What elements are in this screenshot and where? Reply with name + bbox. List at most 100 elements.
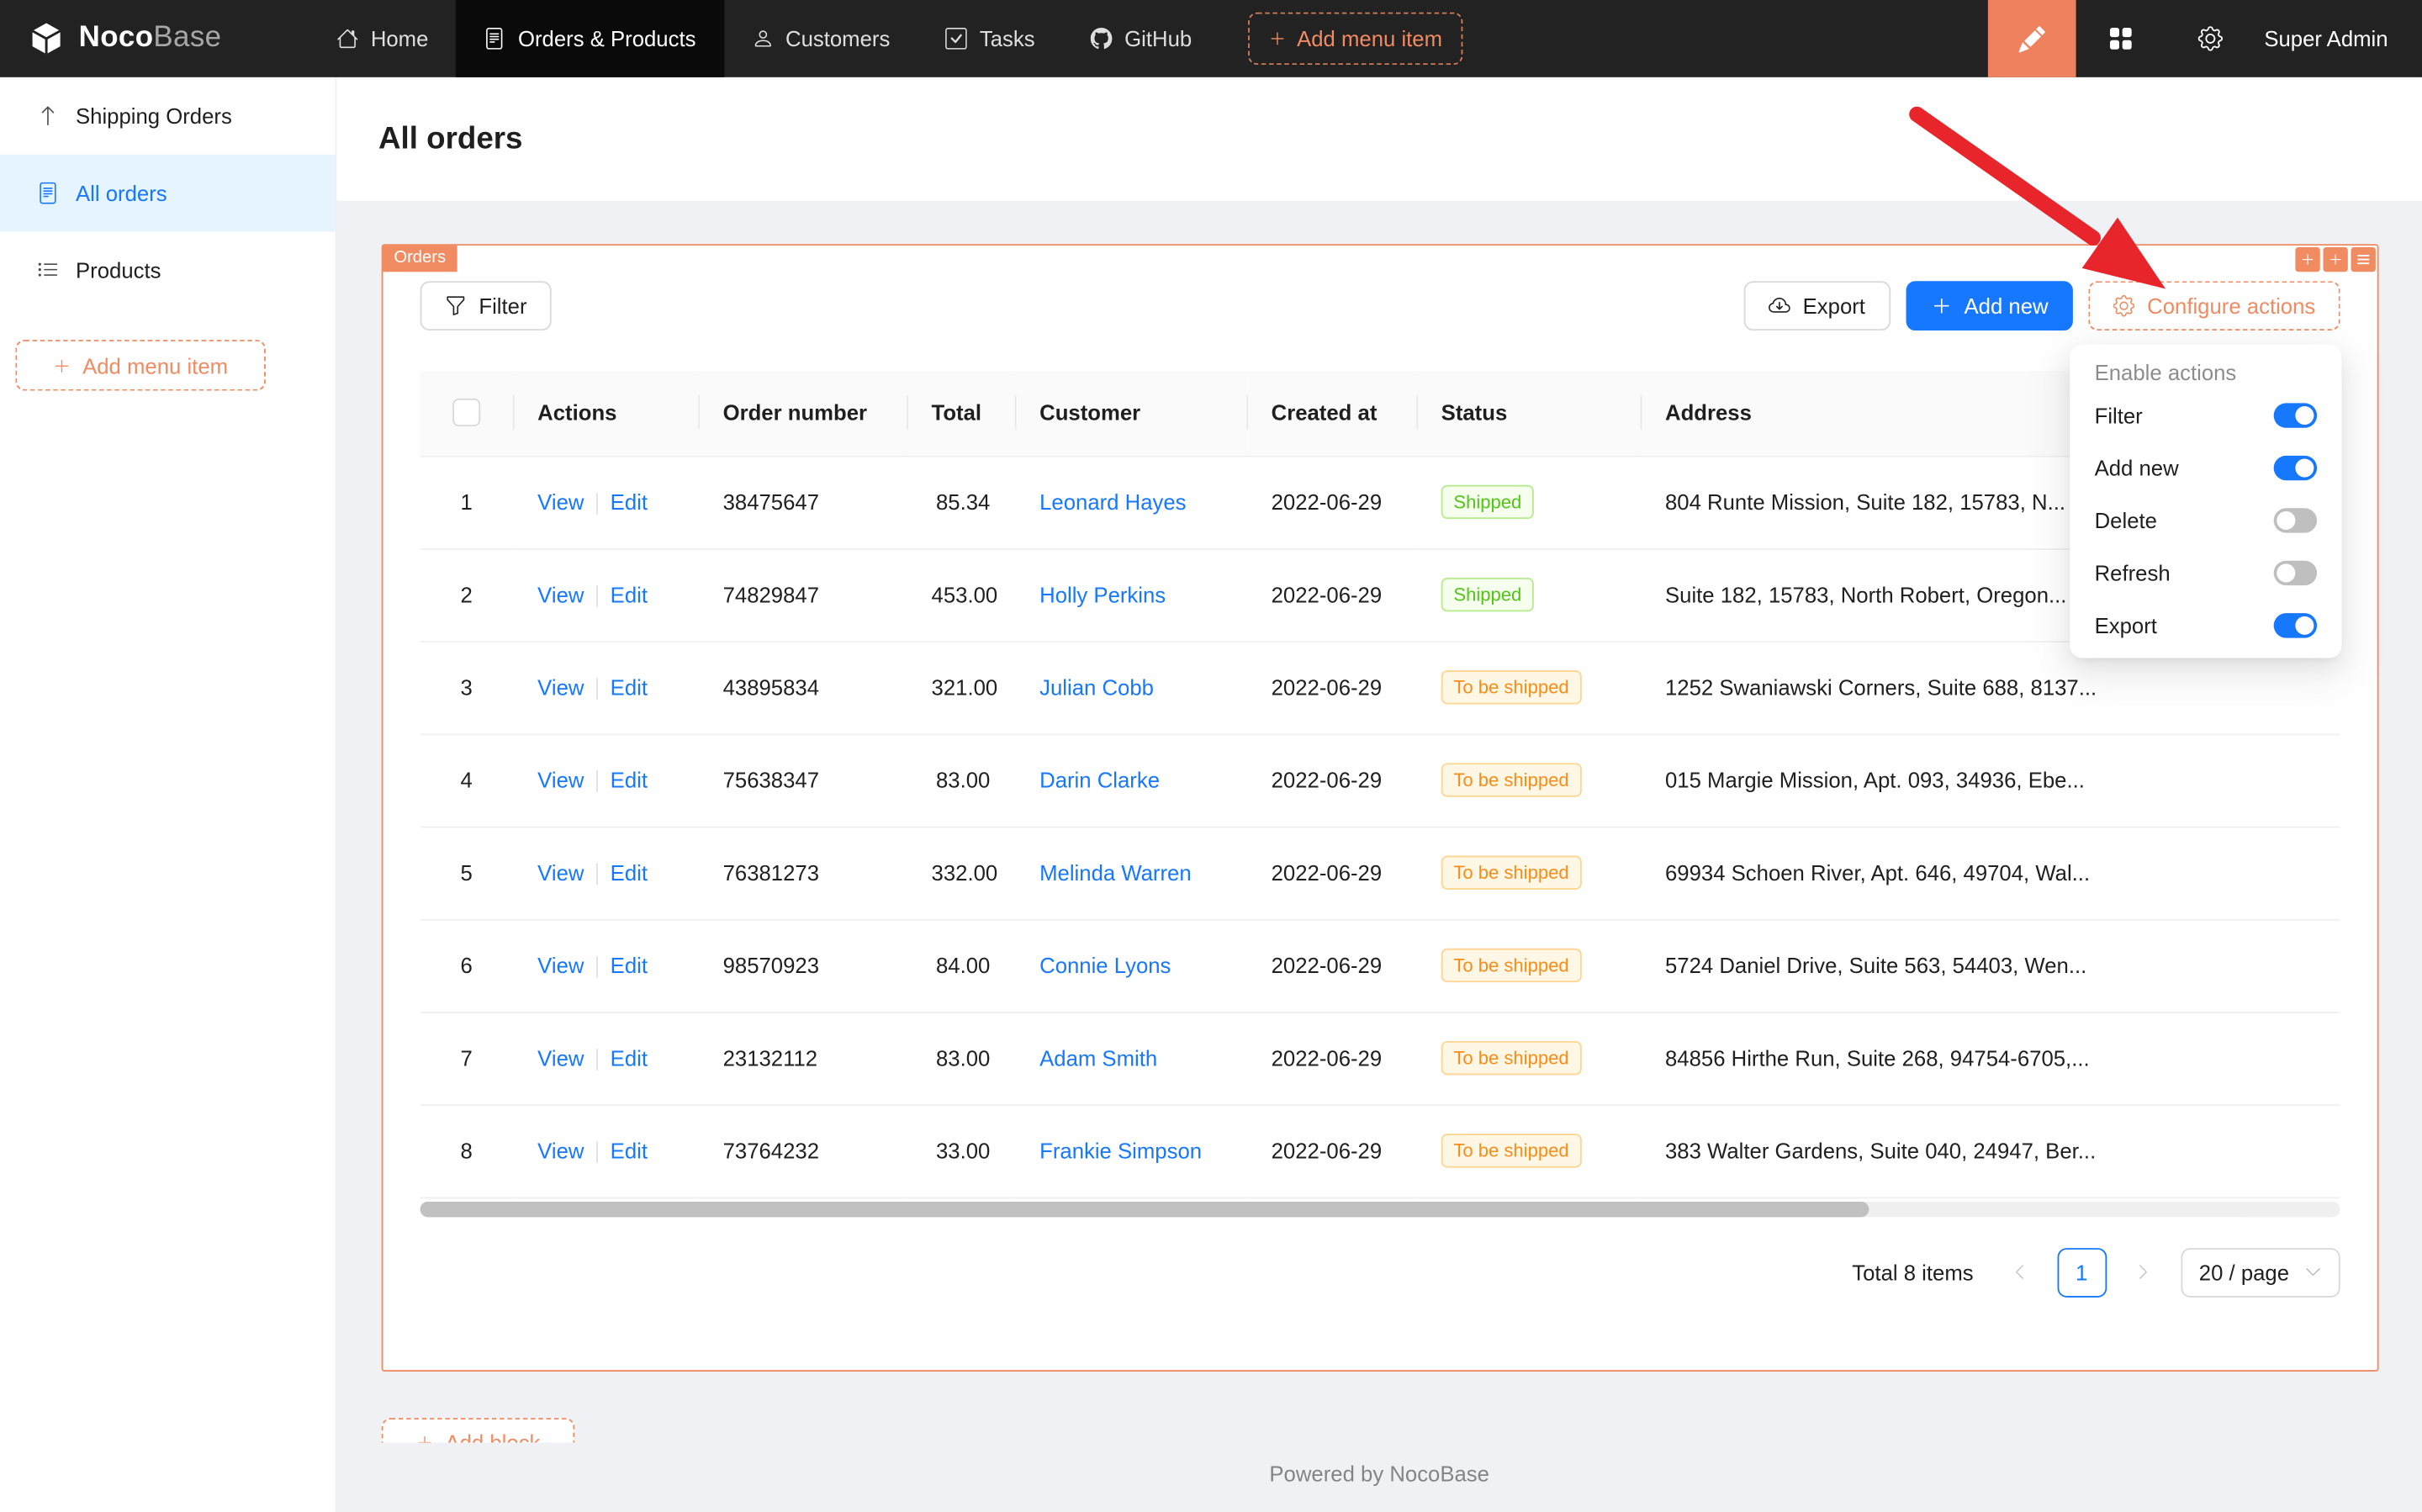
cell-created-at: 2022-06-29	[1246, 1012, 1416, 1104]
customer-link[interactable]: Julian Cobb	[1039, 675, 1154, 700]
cell-status: To be shipped	[1416, 827, 1640, 919]
actions-divider	[596, 585, 598, 607]
customer-link[interactable]: Leonard Hayes	[1039, 489, 1186, 514]
page-size-select[interactable]: 20 / page	[2181, 1247, 2340, 1297]
sidebar-item-all-orders[interactable]: All orders	[0, 155, 336, 232]
export-button[interactable]: Export	[1744, 281, 1891, 330]
edit-link[interactable]: Edit	[611, 489, 648, 514]
enable-action-export[interactable]: Export	[2076, 600, 2336, 652]
cell-customer: Darin Clarke	[1015, 733, 1247, 826]
toggle-switch[interactable]	[2274, 508, 2317, 532]
customer-link[interactable]: Frankie Simpson	[1039, 1139, 1202, 1163]
view-link[interactable]: View	[537, 953, 584, 977]
cell-address: 5724 Daniel Drive, Suite 563, 54403, Wen…	[1641, 919, 2340, 1012]
edit-link[interactable]: Edit	[611, 953, 648, 977]
cell-total: 332.00	[907, 827, 1015, 919]
configure-actions-button[interactable]: Configure actions	[2088, 281, 2340, 330]
cell-total: 84.00	[907, 919, 1015, 1012]
drag-menu-icon[interactable]	[2351, 247, 2376, 272]
customer-link[interactable]: Melinda Warren	[1039, 860, 1192, 885]
cell-status: Shipped	[1416, 456, 1640, 548]
edit-link[interactable]: Edit	[611, 1045, 648, 1070]
select-all-checkbox[interactable]	[452, 399, 480, 427]
status-badge: Shipped	[1441, 485, 1534, 519]
pagination-next-button[interactable]	[2118, 1247, 2168, 1297]
view-link[interactable]: View	[537, 489, 584, 514]
cell-order-number: 38475647	[698, 456, 907, 548]
edit-link[interactable]: Edit	[611, 768, 648, 792]
toggle-switch[interactable]	[2274, 561, 2317, 585]
customer-link[interactable]: Darin Clarke	[1039, 768, 1160, 792]
ui-editor-button[interactable]	[1988, 0, 2076, 77]
cell-row-index: 8	[420, 1104, 513, 1197]
arrow-up-icon	[37, 105, 59, 127]
settings-button[interactable]	[2166, 0, 2255, 77]
cell-created-at: 2022-06-29	[1246, 827, 1416, 919]
enable-actions-list: Filter Add new Delete Refresh Export	[2076, 389, 2336, 652]
navbar-add-menu-item-button[interactable]: Add menu item	[1247, 13, 1462, 65]
add-new-button[interactable]: Add new	[1906, 281, 2073, 330]
filter-funnel-icon	[445, 295, 467, 317]
nocobase-logo[interactable]: NocoBase	[0, 0, 309, 77]
edit-link[interactable]: Edit	[611, 674, 648, 699]
current-user[interactable]: Super Admin	[2255, 0, 2422, 77]
cell-actions: View Edit	[513, 733, 698, 826]
enable-action-filter[interactable]: Filter	[2076, 389, 2336, 441]
cell-total: 83.00	[907, 1012, 1015, 1104]
toggle-switch[interactable]	[2274, 456, 2317, 480]
enable-action-add-new[interactable]: Add new	[2076, 441, 2336, 494]
block-collection-tag: Orders	[383, 246, 457, 272]
customer-link[interactable]: Connie Lyons	[1039, 953, 1171, 977]
pagination-page-1[interactable]: 1	[2057, 1247, 2107, 1297]
cell-actions: View Edit	[513, 919, 698, 1012]
pagination-prev-button[interactable]	[1995, 1247, 2044, 1297]
cell-row-index: 2	[420, 548, 513, 641]
nav-item-github[interactable]: GitHub	[1063, 0, 1220, 77]
cell-customer: Julian Cobb	[1015, 641, 1247, 733]
sidebar-add-menu-item-button[interactable]: Add menu item	[15, 340, 266, 391]
table-row: 2 ViewEdit 74829847 453.00 Holly Perkins…	[420, 548, 2340, 641]
customer-link[interactable]: Adam Smith	[1039, 1045, 1157, 1070]
add-block-button[interactable]: Add block	[382, 1418, 575, 1442]
customer-link[interactable]: Holly Perkins	[1039, 582, 1166, 606]
enable-action-refresh[interactable]: Refresh	[2076, 547, 2336, 599]
cell-actions: View Edit	[513, 456, 698, 548]
view-link[interactable]: View	[537, 582, 584, 606]
enable-action-delete[interactable]: Delete	[2076, 494, 2336, 547]
edit-link[interactable]: Edit	[611, 860, 648, 885]
filter-button[interactable]: Filter	[420, 281, 552, 330]
view-link[interactable]: View	[537, 1045, 584, 1070]
cell-address: 84856 Hirthe Run, Suite 268, 94754-6705,…	[1641, 1012, 2340, 1104]
toggle-switch[interactable]	[2274, 613, 2317, 637]
orders-icon	[484, 28, 506, 50]
actions-divider	[596, 679, 598, 700]
edit-link[interactable]: Edit	[611, 1138, 648, 1162]
add-column-icon[interactable]	[2295, 247, 2319, 272]
cell-customer: Frankie Simpson	[1015, 1104, 1247, 1197]
nav-item-orders-products[interactable]: Orders & Products	[456, 0, 723, 77]
column-header-customer: Customer	[1015, 371, 1247, 456]
nav-item-tasks[interactable]: Tasks	[918, 0, 1062, 77]
add-block-icon[interactable]	[2323, 247, 2347, 272]
horizontal-scrollbar-thumb[interactable]	[420, 1201, 1870, 1216]
nav-item-customers[interactable]: Customers	[724, 0, 918, 77]
cell-order-number: 43895834	[698, 641, 907, 733]
view-link[interactable]: View	[537, 768, 584, 792]
nav-item-home[interactable]: Home	[309, 0, 456, 77]
chevron-down-icon	[2304, 1263, 2321, 1280]
view-link[interactable]: View	[537, 860, 584, 885]
actions-divider	[596, 493, 598, 515]
actions-divider	[596, 1142, 598, 1164]
tasks-icon	[945, 28, 967, 50]
logo-text: NocoBase	[79, 22, 222, 56]
view-link[interactable]: View	[537, 674, 584, 699]
sidebar-item-products[interactable]: Products	[0, 232, 336, 309]
add-block-label: Add block	[445, 1430, 540, 1443]
toggle-switch[interactable]	[2274, 403, 2317, 427]
edit-link[interactable]: Edit	[611, 582, 648, 606]
view-link[interactable]: View	[537, 1138, 584, 1162]
cell-total: 83.00	[907, 733, 1015, 826]
sidebar-item-shipping-orders[interactable]: Shipping Orders	[0, 77, 336, 155]
plugin-manager-button[interactable]	[2076, 0, 2166, 77]
powered-by-footer: Powered by NocoBase	[336, 1462, 2422, 1486]
